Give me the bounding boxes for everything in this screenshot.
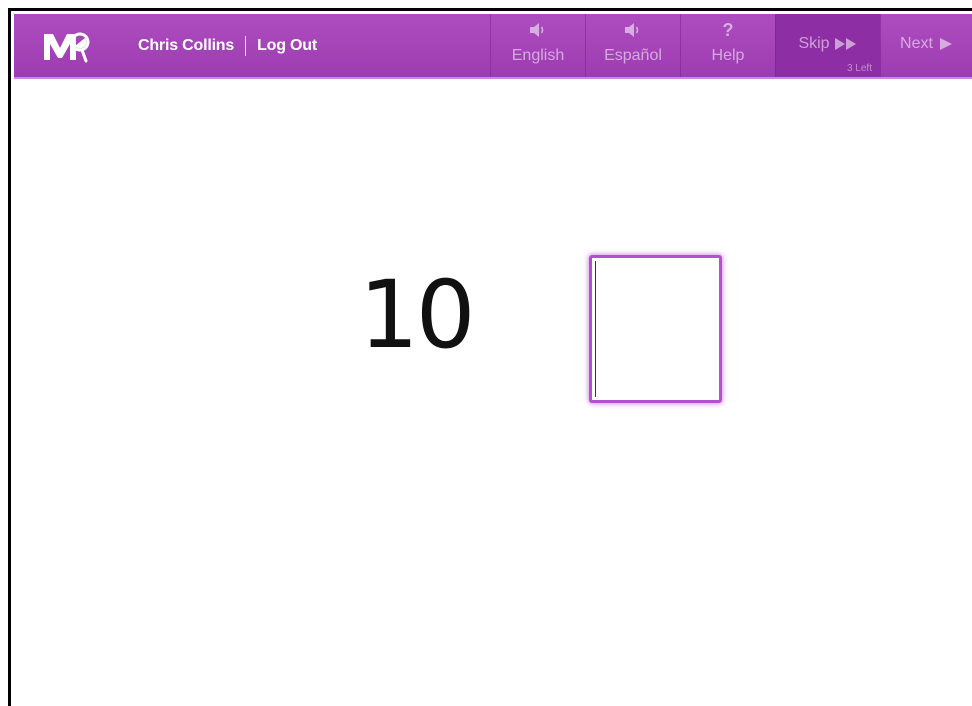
- arrow-right-icon: [939, 38, 952, 50]
- text-cursor: [595, 261, 596, 397]
- app-frame: Chris Collins Log Out English Español ? …: [8, 8, 972, 706]
- double-arrow-right-icon: [834, 38, 856, 50]
- next-button[interactable]: Next: [880, 14, 972, 77]
- english-label: English: [511, 47, 565, 64]
- next-label: Next: [900, 35, 933, 52]
- skip-label: Skip: [798, 35, 830, 52]
- top-navigation-bar: Chris Collins Log Out English Español ? …: [14, 14, 972, 77]
- header-underline: [14, 77, 972, 79]
- answer-input[interactable]: [589, 255, 722, 403]
- espanol-label: Español: [604, 47, 662, 64]
- question-number: 10: [359, 261, 476, 370]
- user-area: Chris Collins Log Out: [138, 36, 317, 56]
- user-name: Chris Collins: [138, 37, 235, 54]
- speaker-icon: [586, 22, 680, 38]
- mr-logo-icon: [44, 32, 90, 63]
- skip-button[interactable]: Skip 3 Left: [775, 14, 880, 77]
- question-icon: ?: [722, 20, 734, 40]
- logout-link[interactable]: Log Out: [257, 37, 317, 55]
- help-button[interactable]: ? Help: [680, 14, 775, 77]
- help-label: Help: [711, 47, 745, 64]
- divider: [245, 36, 247, 56]
- english-audio-button[interactable]: English: [490, 14, 585, 77]
- skips-remaining: 3 Left: [846, 63, 872, 74]
- speaker-icon: [491, 22, 585, 38]
- espanol-audio-button[interactable]: Español: [585, 14, 680, 77]
